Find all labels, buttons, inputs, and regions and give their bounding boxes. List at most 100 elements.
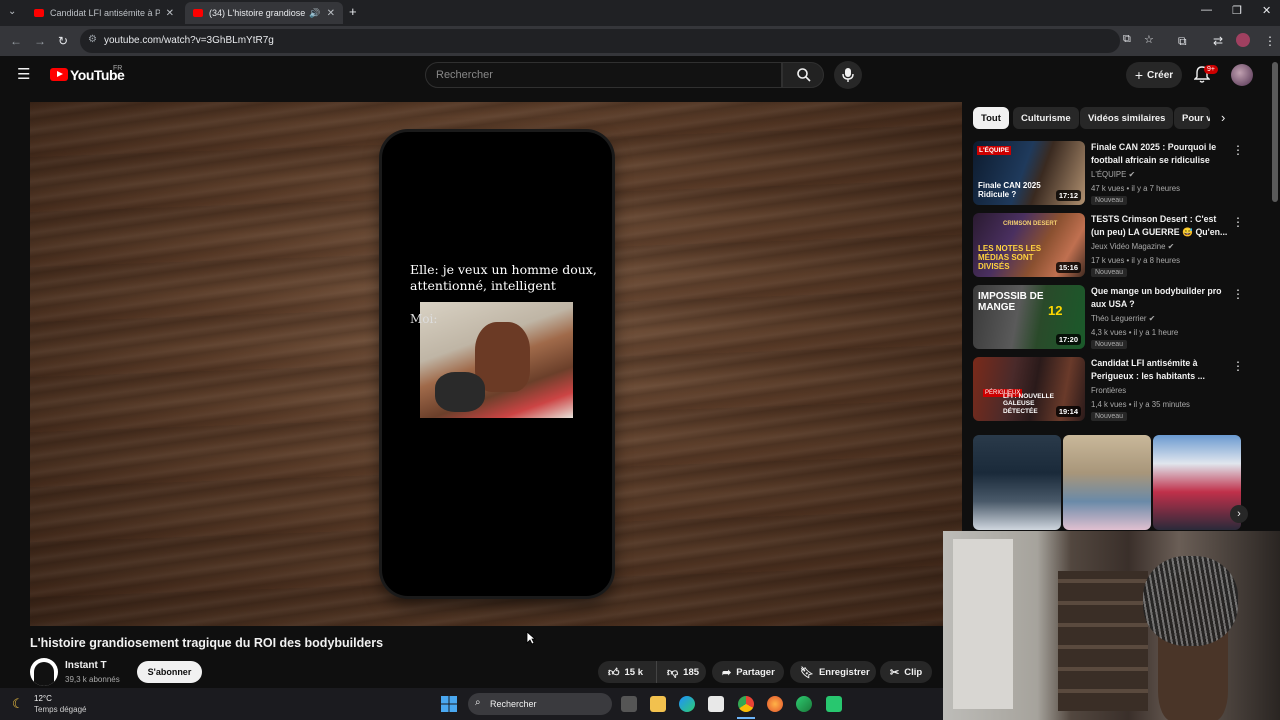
recommendation-item[interactable]: CRIMSON DESERT LES NOTES LES MÉDIAS SONT…	[973, 213, 1244, 279]
extensions-icon[interactable]: ⧉	[1178, 34, 1187, 49]
search-button[interactable]	[782, 62, 824, 88]
app-icon[interactable]	[796, 696, 812, 712]
dumbbell-shape	[435, 372, 485, 412]
shelf-shape	[1058, 571, 1148, 711]
chevron-right-icon[interactable]: ›	[1221, 110, 1225, 125]
firefox-icon[interactable]	[767, 696, 783, 712]
clip-label: Clip	[904, 666, 923, 678]
chrome-menu-icon[interactable]: ⋮	[1264, 34, 1276, 48]
video-player[interactable]: Elle: je veux un homme doux, attentionné…	[30, 102, 962, 626]
video-thumbnail[interactable]: L'ÉQUIPE Finale CAN 2025 Ridicule ? 17:1…	[973, 141, 1085, 205]
weather-temperature[interactable]: 12°C	[34, 694, 52, 703]
recommendation-channel[interactable]: Jeux Vidéo Magazine ✔	[1091, 242, 1174, 251]
share-button[interactable]: ➦ Partager	[712, 661, 784, 683]
chrome-icon[interactable]	[738, 696, 754, 712]
short-thumbnail[interactable]	[1063, 435, 1151, 530]
chip-videos-similaires[interactable]: Vidéos similaires	[1080, 107, 1174, 129]
clip-button[interactable]: ✂ Clip	[880, 661, 932, 683]
profile-avatar[interactable]	[1236, 33, 1250, 47]
recommendation-meta: 1,4 k vues • il y a 35 minutes	[1091, 400, 1190, 409]
new-badge: Nouveau	[1091, 340, 1128, 349]
chip-pour-vous[interactable]: Pour v	[1174, 107, 1210, 129]
video-overlay-moi: Moi:	[410, 312, 438, 326]
new-tab-icon[interactable]: +	[349, 4, 357, 19]
thumbnail-text: LFI : NOUVELLE GALEUSE DÉTECTÉE	[1003, 392, 1054, 415]
recommendation-channel[interactable]: L'ÉQUIPE ✔	[1091, 170, 1135, 179]
video-thumbnail[interactable]: PÉRIGUEUX LFI : NOUVELLE GALEUSE DÉTECTÉ…	[973, 357, 1085, 421]
video-thumbnail[interactable]: CRIMSON DESERT LES NOTES LES MÉDIAS SONT…	[973, 213, 1085, 277]
taskbar-search[interactable]: ⌕ Rechercher	[468, 693, 612, 715]
back-icon[interactable]: ←	[10, 34, 22, 48]
hamburger-menu-icon[interactable]: ☰	[17, 65, 30, 83]
bookmark-star-icon[interactable]: ☆	[1144, 33, 1154, 46]
recommendation-title[interactable]: TESTS Crimson Desert : C'est (un peu) LA…	[1091, 213, 1229, 239]
recommendation-channel[interactable]: Frontières	[1091, 386, 1126, 395]
channel-name[interactable]: Instant T	[65, 660, 107, 671]
close-tab-icon[interactable]: ✕	[166, 8, 174, 19]
edge-browser-icon[interactable]	[679, 696, 695, 712]
save-label: Enregistrer	[818, 666, 870, 678]
browser-tab-1[interactable]: Candidat LFI antisémite à Perig ✕	[26, 2, 182, 24]
video-duration: 17:12	[1055, 190, 1081, 201]
close-tab-icon[interactable]: ✕	[327, 8, 335, 19]
recommendation-item[interactable]: L'ÉQUIPE Finale CAN 2025 Ridicule ? 17:1…	[973, 141, 1244, 207]
more-options-icon[interactable]: ⋮	[1232, 143, 1244, 157]
recommendation-title[interactable]: Que mange un bodybuilder pro aux USA ?	[1091, 285, 1229, 311]
close-window-icon[interactable]: ✕	[1262, 4, 1271, 17]
file-explorer-icon[interactable]	[650, 696, 666, 712]
reload-icon[interactable]: ↻	[58, 34, 68, 48]
verified-icon: ✔	[1148, 314, 1156, 323]
install-app-icon[interactable]: ⧉	[1123, 33, 1131, 46]
more-options-icon[interactable]: ⋮	[1232, 215, 1244, 229]
audio-playing-icon[interactable]: 🔊	[309, 8, 320, 19]
recommendation-item[interactable]: 12 IMPOSSIB DE MANGE 17:20 Que mange un …	[973, 285, 1244, 351]
more-options-icon[interactable]: ⋮	[1232, 359, 1244, 373]
create-button[interactable]: + Créer	[1126, 62, 1182, 88]
thumbnail-tag: 12	[1048, 303, 1063, 318]
voice-search-button[interactable]	[834, 61, 862, 89]
restore-icon[interactable]: ❐	[1232, 4, 1242, 17]
minimize-icon[interactable]: —	[1201, 4, 1212, 16]
channel-name-text: Jeux Vidéo Magazine	[1091, 242, 1166, 251]
channel-avatar[interactable]	[30, 658, 58, 686]
video-title: L'histoire grandiosement tragique du ROI…	[30, 636, 384, 650]
moon-weather-icon: ☾	[12, 696, 24, 711]
search-input[interactable]	[436, 69, 766, 81]
search-box	[425, 62, 782, 88]
plus-icon: +	[1134, 67, 1144, 83]
shorts-next-arrow-icon[interactable]: ›	[1230, 505, 1248, 523]
windows-start-icon[interactable]	[441, 696, 457, 712]
like-button[interactable]: 👍︎ 15 k	[598, 661, 656, 683]
forward-icon[interactable]: →	[34, 34, 46, 48]
more-options-icon[interactable]: ⋮	[1232, 287, 1244, 301]
address-bar[interactable]: ⚙ youtube.com/watch?v=3GhBLmYtR7g ⧉ ☆	[80, 29, 1154, 53]
browser-toolbar: ← → ↻ ⚙ youtube.com/watch?v=3GhBLmYtR7g …	[0, 26, 1280, 56]
dislike-button[interactable]: 👎︎ 185	[656, 661, 706, 683]
save-button[interactable]: 🔖︎ Enregistrer	[790, 661, 876, 683]
video-overlay-text: Elle: je veux un homme doux, attentionné…	[410, 262, 597, 293]
short-thumbnail[interactable]	[1153, 435, 1241, 530]
recommendation-channel[interactable]: Théo Leguerrier ✔	[1091, 314, 1155, 323]
task-view-icon[interactable]	[621, 696, 637, 712]
chip-tout[interactable]: Tout	[973, 107, 1009, 129]
recommendation-title[interactable]: Finale CAN 2025 : Pourquoi le football a…	[1091, 141, 1229, 167]
profile-switch-icon[interactable]: ⇄	[1213, 34, 1223, 48]
video-thumbnail[interactable]: 12 IMPOSSIB DE MANGE 17:20	[973, 285, 1085, 349]
chip-culturisme[interactable]: Culturisme	[1013, 107, 1079, 129]
account-avatar[interactable]	[1231, 64, 1253, 86]
dislike-count: 185	[683, 666, 700, 678]
recommendation-title[interactable]: Candidat LFI antisémite à Perigueux : le…	[1091, 357, 1229, 383]
page-scrollbar[interactable]	[1272, 62, 1278, 202]
youtube-logo-icon[interactable]	[50, 68, 68, 81]
browser-tab-2[interactable]: (34) L'histoire grandioseme 🔊 ✕	[185, 2, 343, 24]
recommendation-item[interactable]: PÉRIGUEUX LFI : NOUVELLE GALEUSE DÉTECTÉ…	[973, 357, 1244, 423]
verified-icon: ✔	[1167, 242, 1175, 251]
app-icon[interactable]	[826, 696, 842, 712]
mouse-cursor-icon	[526, 631, 536, 645]
weather-description[interactable]: Temps dégagé	[34, 705, 86, 714]
subscribe-button[interactable]: S'abonner	[137, 661, 202, 683]
tab-search-icon[interactable]: ⌄	[8, 6, 16, 17]
store-icon[interactable]	[708, 696, 724, 712]
site-info-icon[interactable]: ⚙	[88, 34, 97, 45]
short-thumbnail[interactable]	[973, 435, 1061, 530]
